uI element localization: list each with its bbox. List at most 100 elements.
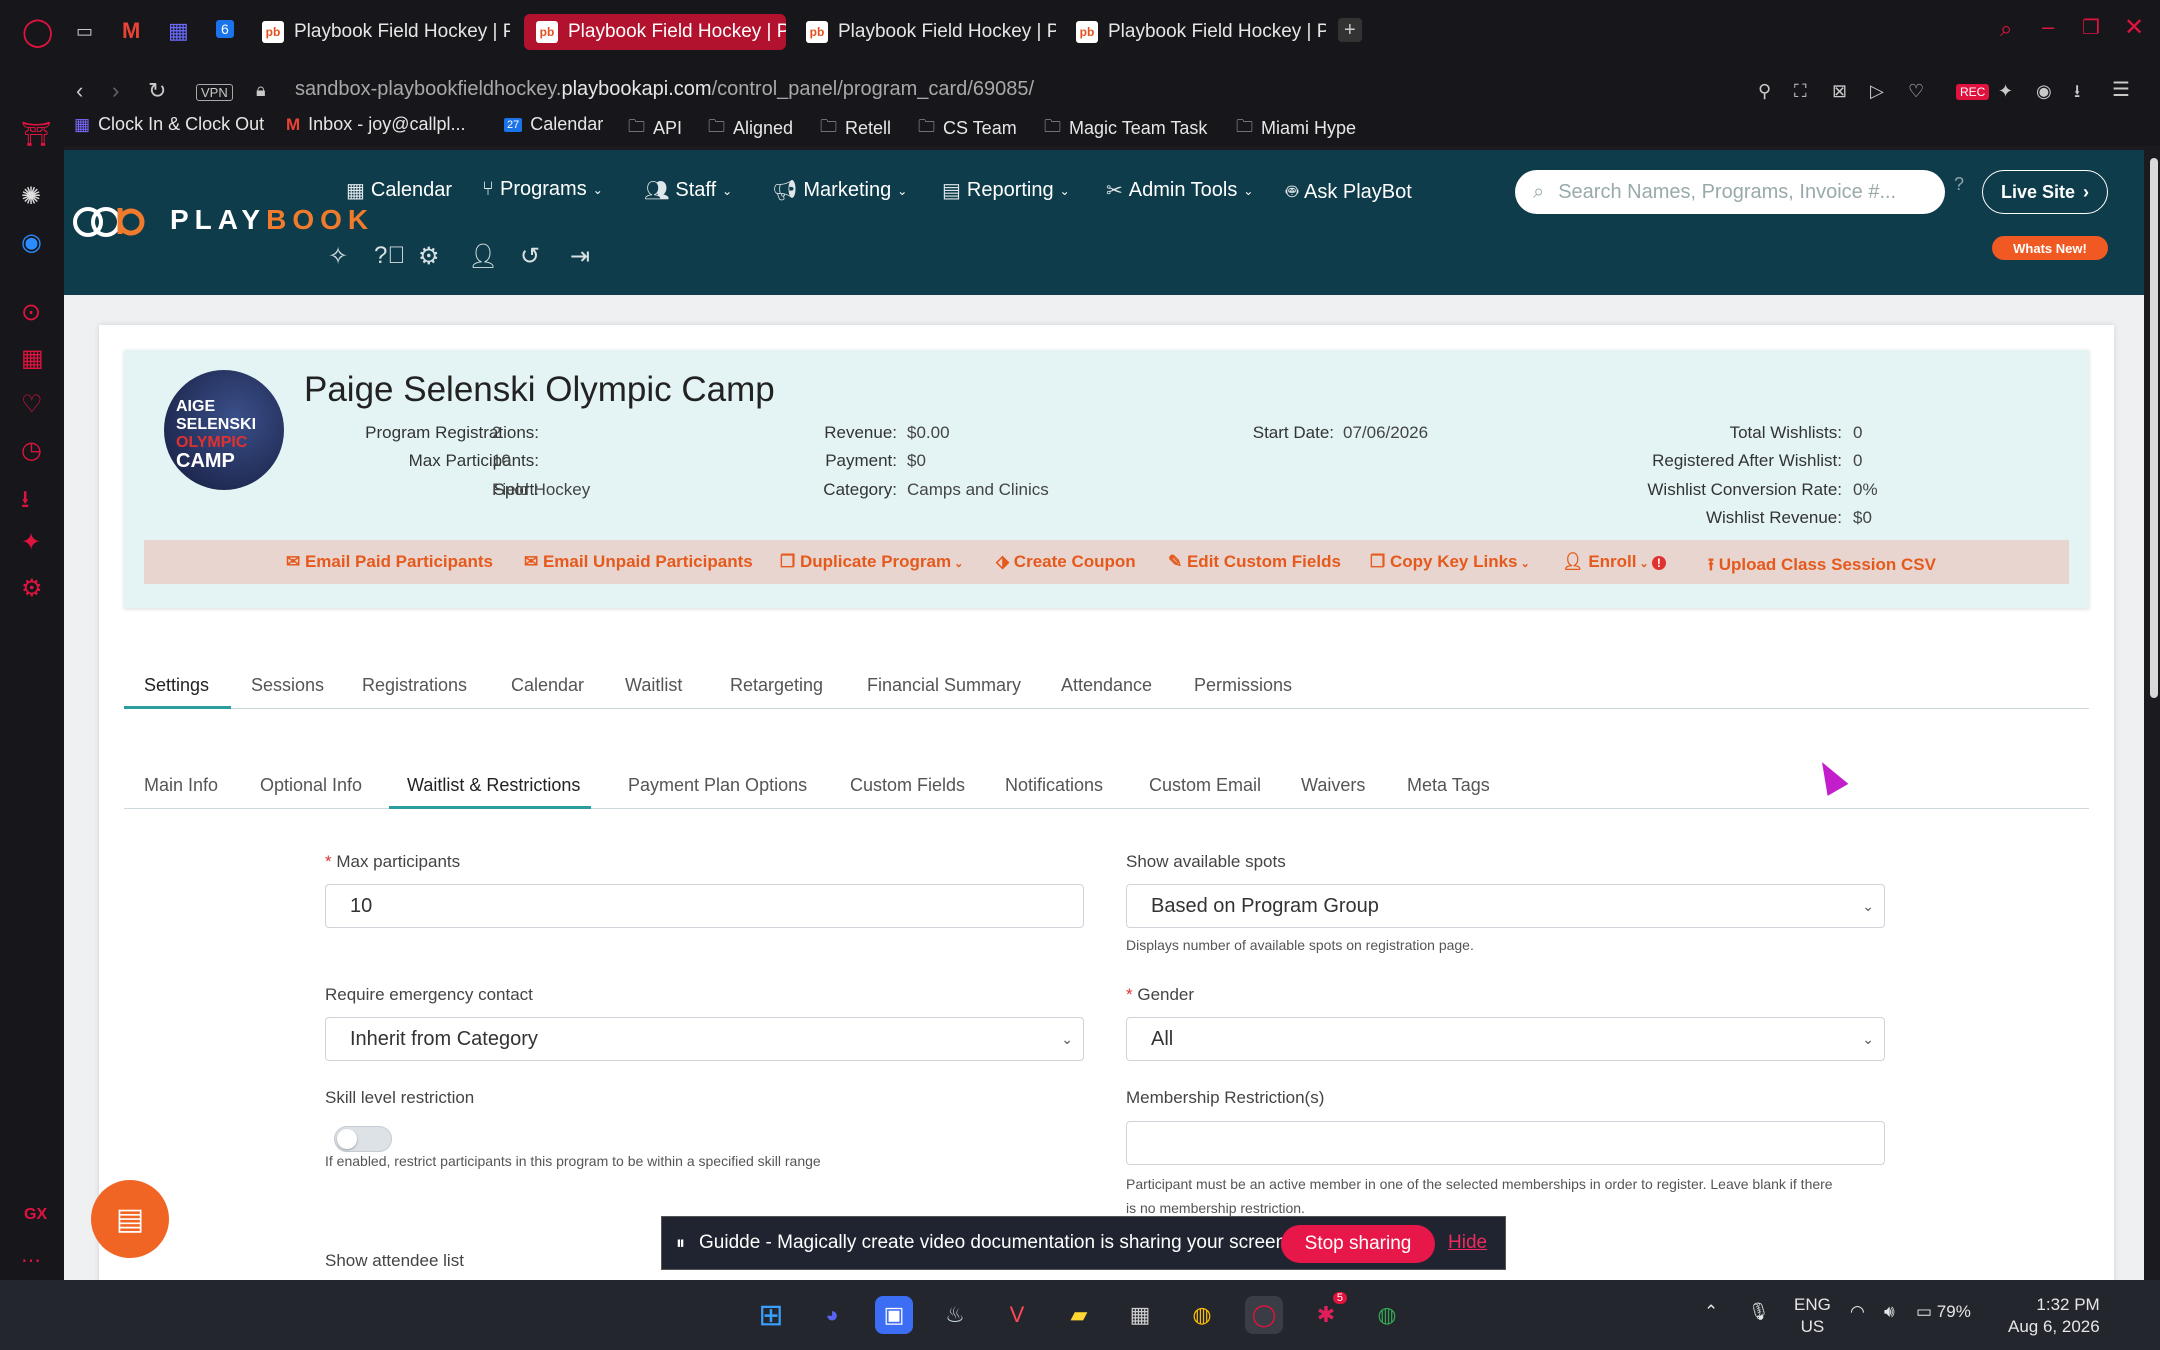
tab-financial-summary[interactable]: Financial Summary xyxy=(867,675,1021,696)
history-icon[interactable]: ↺ xyxy=(520,242,540,271)
gear-icon[interactable]: ⚙ xyxy=(418,242,440,271)
bookmark-clock-in[interactable]: ▦ Clock In & Clock Out xyxy=(74,114,264,135)
extensions-icon[interactable]: ✦ xyxy=(1998,82,2013,100)
chatgpt-icon[interactable]: ✺ xyxy=(21,182,41,211)
enroll-button[interactable]: 👤︎ Enroll ⌄ ! xyxy=(1562,552,1666,572)
rec-badge[interactable]: REC xyxy=(1956,84,1990,100)
edit-custom-fields-button[interactable]: ✎ Edit Custom Fields xyxy=(1168,552,1341,572)
duplicate-program-button[interactable]: ❐ Duplicate Program ⌄ xyxy=(780,552,963,572)
lock-icon[interactable]: 🔒︎ xyxy=(256,81,266,99)
downloads-icon[interactable]: ⭳ xyxy=(21,482,29,523)
forward-icon[interactable]: › xyxy=(112,80,119,102)
extensions-icon[interactable]: ✦ xyxy=(21,528,41,557)
profile-icon[interactable]: ◉ xyxy=(2036,82,2052,100)
subtab-custom-fields[interactable]: Custom Fields xyxy=(850,775,965,796)
tab-settings[interactable]: Settings xyxy=(144,675,209,696)
bookmark-calendar[interactable]: 27 Calendar xyxy=(504,114,603,135)
minimize-icon[interactable]: – xyxy=(2042,16,2054,38)
gender-select[interactable]: All ⌄ xyxy=(1126,1017,1885,1061)
adblock-icon[interactable]: ⊠ xyxy=(1832,82,1847,100)
tab-sessions[interactable]: Sessions xyxy=(251,675,324,696)
bookmark-api[interactable]: 🗀 API xyxy=(628,114,682,143)
bookmark-magic-team[interactable]: 🗀 Magic Team Task xyxy=(1044,114,1207,143)
subtab-payment-plan[interactable]: Payment Plan Options xyxy=(628,775,807,796)
back-icon[interactable]: ‹ xyxy=(76,80,83,102)
restore-icon[interactable]: ❐ xyxy=(2082,18,2100,38)
nav-staff[interactable]: 👥︎ Staff ⌄ xyxy=(644,178,732,203)
new-tab-icon[interactable]: + xyxy=(1338,18,1362,42)
bookmark-inbox[interactable]: M Inbox - joy@callpl... xyxy=(286,114,466,135)
sticky-notes-icon[interactable]: ▰ xyxy=(1060,1296,1098,1334)
add-user-icon[interactable]: 👤︎ xyxy=(468,242,498,271)
messenger-icon[interactable]: ◉ xyxy=(21,228,42,257)
browser-tab-3[interactable]: pb Playbook Field Hockey | Pla xyxy=(794,14,1056,50)
emergency-contact-select[interactable]: Inherit from Category ⌄ xyxy=(325,1017,1084,1061)
bookmark-cs-team[interactable]: 🗀 CS Team xyxy=(918,114,1017,143)
snapshot-icon[interactable]: ⛶ xyxy=(1794,82,1807,100)
steam-icon[interactable]: ♨ xyxy=(936,1296,974,1334)
valorant-icon[interactable]: V xyxy=(998,1296,1036,1334)
whats-new-button[interactable]: Whats New! xyxy=(1992,236,2108,260)
subtab-notifications[interactable]: Notifications xyxy=(1005,775,1103,796)
help-icon[interactable]: ?⃝ xyxy=(374,242,405,270)
nav-ask-playbot[interactable]: 🤖︎ Ask PlayBot xyxy=(1286,178,1412,206)
opera-gx-icon[interactable]: ◯ xyxy=(1245,1296,1283,1334)
notes-app-icon[interactable]: ▣ xyxy=(875,1296,913,1334)
settings-icon[interactable]: ⚙ xyxy=(21,574,43,603)
skill-level-toggle[interactable] xyxy=(334,1126,392,1152)
discord-icon[interactable]: ◕ xyxy=(813,1296,851,1334)
windows-start-icon[interactable]: ⊞ xyxy=(752,1296,790,1334)
close-window-icon[interactable]: ✕ xyxy=(2124,16,2144,40)
pin-icon[interactable]: ⚲ xyxy=(1758,82,1771,100)
subtab-meta-tags[interactable]: Meta Tags xyxy=(1407,775,1490,796)
chrome-profile-icon[interactable]: ◍ xyxy=(1368,1296,1406,1334)
browser-tab-1[interactable]: pb Playbook Field Hockey | Pla xyxy=(250,14,510,50)
bookmark-aligned[interactable]: 🗀 Aligned xyxy=(708,114,793,143)
aria-icon[interactable]: ⛩ xyxy=(21,120,51,149)
calendar-6-icon[interactable]: 6 xyxy=(216,20,234,38)
menu-icon[interactable]: ☰ xyxy=(2112,80,2130,100)
workspace-icon[interactable]: ▦ xyxy=(168,20,189,42)
logout-icon[interactable]: ⇥ xyxy=(570,242,590,271)
email-paid-button[interactable]: ✉ Email Paid Participants xyxy=(286,552,493,572)
browser-tab-2[interactable]: pb Playbook Field Hockey | Pla xyxy=(524,14,786,50)
gmail-icon[interactable]: M xyxy=(122,20,140,42)
nav-calendar[interactable]: ▦ Calendar xyxy=(346,178,452,203)
tab-retargeting[interactable]: Retargeting xyxy=(730,675,823,696)
volume-icon[interactable]: 🔊︎ xyxy=(1884,1302,1895,1322)
reload-icon[interactable]: ↻ xyxy=(148,80,166,102)
show-available-spots-select[interactable]: Based on Program Group ⌄ xyxy=(1126,884,1885,928)
send-icon[interactable]: ▷ xyxy=(1870,82,1884,100)
playbook-logo[interactable]: PLAYBOOK xyxy=(72,200,374,240)
max-participants-input[interactable]: 10 xyxy=(325,884,1084,928)
create-coupon-button[interactable]: ⬗ Create Coupon xyxy=(996,552,1136,572)
battery-indicator[interactable]: ▭ 79% xyxy=(1916,1302,1971,1322)
hide-banner-link[interactable]: Hide xyxy=(1448,1232,1487,1254)
nav-programs[interactable]: ⑂ Programs ⌄ xyxy=(482,178,603,201)
calculator-icon[interactable]: ▦ xyxy=(1121,1296,1159,1334)
gamepad-icon[interactable]: ▭ xyxy=(76,22,93,40)
subtab-waivers[interactable]: Waivers xyxy=(1301,775,1365,796)
microphone-icon[interactable]: 🎙︎ xyxy=(1748,1302,1770,1322)
tab-attendance[interactable]: Attendance xyxy=(1061,675,1152,696)
nav-marketing[interactable]: 📢︎ Marketing ⌄ xyxy=(772,178,907,203)
tab-waitlist[interactable]: Waitlist xyxy=(625,675,682,696)
search-input[interactable]: ⌕ Search Names, Programs, Invoice #... xyxy=(1515,170,1945,214)
tab-permissions[interactable]: Permissions xyxy=(1194,675,1292,696)
favorites-icon[interactable]: ♡ xyxy=(21,390,43,419)
opera-logo-icon[interactable]: ◯ xyxy=(22,18,53,46)
subtab-optional-info[interactable]: Optional Info xyxy=(260,775,362,796)
upload-csv-button[interactable]: ⭱ Upload Class Session CSV xyxy=(1708,552,1936,581)
pause-icon[interactable]: ⏸ xyxy=(676,1233,685,1254)
subtab-custom-email[interactable]: Custom Email xyxy=(1149,775,1261,796)
search-help-icon[interactable]: ? xyxy=(1954,174,1964,195)
nav-admin-tools[interactable]: ✂ Admin Tools ⌄ xyxy=(1106,178,1253,203)
download-icon[interactable]: ⭳ xyxy=(2074,82,2080,100)
live-site-button[interactable]: Live Site › xyxy=(1982,170,2108,214)
heart-icon[interactable]: ♡ xyxy=(1908,82,1924,100)
workspaces-icon[interactable]: ▦ xyxy=(21,344,44,373)
copy-key-links-button[interactable]: ❐ Copy Key Links ⌄ xyxy=(1370,552,1530,572)
player-icon[interactable]: ⊙ xyxy=(21,298,41,327)
nav-reporting[interactable]: ▤ Reporting ⌄ xyxy=(942,178,1070,203)
chat-button[interactable]: ▤ xyxy=(91,1180,169,1258)
